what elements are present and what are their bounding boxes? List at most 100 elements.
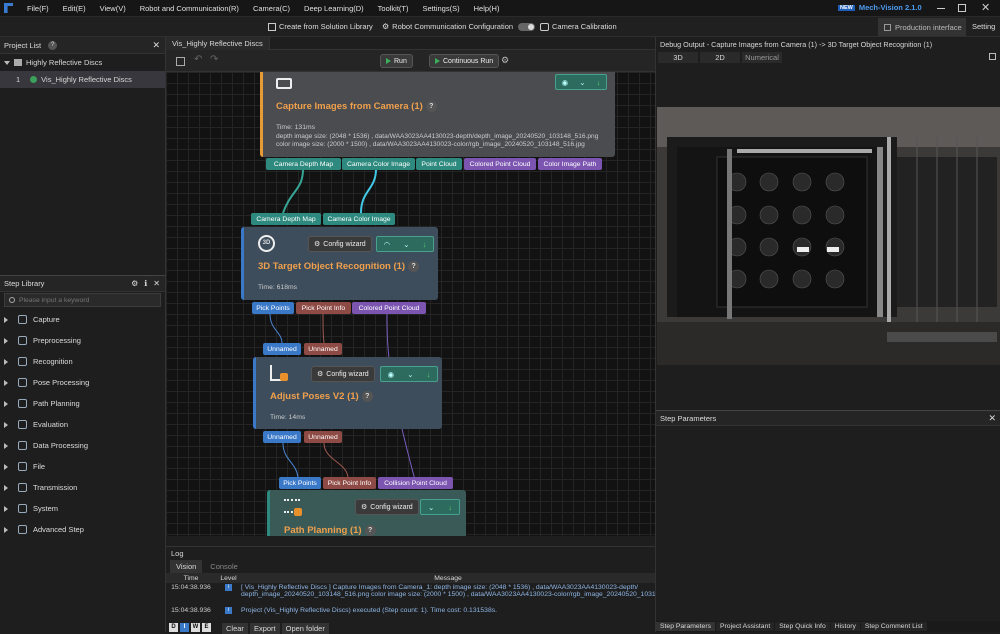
log-filter-debug[interactable]: D	[169, 623, 178, 632]
log-row[interactable]: 15:04:38.936 i [ Vis_Highly Reflective D…	[166, 583, 655, 603]
recog-in-depth[interactable]: Camera Depth Map	[251, 213, 321, 225]
close-step-params-icon[interactable]: ✕	[988, 413, 996, 424]
menu-item[interactable]: Settings(S)	[416, 4, 467, 13]
log-export-button[interactable]: Export	[249, 623, 280, 634]
eye-icon[interactable]: ◉	[562, 78, 569, 87]
step-category[interactable]: Data Processing	[0, 435, 165, 456]
download-icon[interactable]: ↓	[423, 240, 427, 249]
path-in-collision-pc[interactable]: Collision Point Cloud	[378, 477, 453, 489]
recog-config-wizard-button[interactable]: ⚙ Config wizard	[308, 236, 372, 252]
log-tab-console[interactable]: Console	[204, 560, 244, 573]
right-bottom-tab[interactable]: Step Comment List	[860, 622, 927, 631]
menu-item[interactable]: Edit(E)	[56, 4, 93, 13]
menu-item[interactable]: Deep Learning(D)	[297, 4, 371, 13]
step-category[interactable]: Advanced Step	[0, 519, 165, 540]
adjust-in-2[interactable]: Unnamed	[304, 343, 342, 355]
download-icon[interactable]: ↓	[448, 503, 452, 512]
download-icon[interactable]: ↓	[427, 370, 431, 379]
download-icon[interactable]: ↓	[597, 78, 601, 87]
right-bottom-tab[interactable]: Step Quick Info	[775, 622, 830, 631]
project-root[interactable]: Highly Reflective Discs	[0, 54, 165, 71]
right-bottom-tab[interactable]: History	[830, 622, 860, 631]
debug-tab-2d[interactable]: 2D	[700, 52, 740, 63]
path-help-icon[interactable]: ?	[364, 525, 376, 536]
recog-out-colored-pc[interactable]: Colored Point Cloud	[352, 302, 426, 314]
project-item[interactable]: 1 Vis_Highly Reflective Discs	[0, 71, 165, 88]
recog-help-icon[interactable]: ?	[408, 261, 420, 272]
robot-comm-toggle[interactable]	[518, 22, 536, 31]
path-in-pick-points[interactable]: Pick Points	[279, 477, 321, 489]
capture-out-depth[interactable]: Camera Depth Map	[266, 158, 341, 170]
camera-calibration-button[interactable]: Camera Calibration	[540, 22, 617, 31]
popout-icon[interactable]	[989, 53, 996, 60]
menu-item[interactable]: Toolkit(T)	[371, 4, 416, 13]
settings-icon[interactable]: ⚙	[131, 279, 138, 288]
robot-comm-config-button[interactable]: ⚙ Robot Communication Configuration	[382, 22, 536, 31]
debug-tab-3d[interactable]: 3D	[658, 52, 698, 63]
editor-tab[interactable]: Vis_Highly Reflective Discs	[166, 36, 270, 50]
right-bottom-tab[interactable]: Step Parameters	[656, 622, 715, 631]
setting-button[interactable]: Setting	[972, 22, 995, 31]
log-row[interactable]: 15:04:38.936 i Project (Vis_Highly Refle…	[166, 603, 655, 617]
close-window-icon[interactable]: ✕	[981, 1, 990, 14]
redo-icon[interactable]: ↷	[210, 54, 218, 65]
recog-output-controls[interactable]: ◠ ⌄ ↓	[376, 236, 434, 252]
log-filter-info[interactable]: I	[180, 623, 189, 632]
step-category[interactable]: Evaluation	[0, 414, 165, 435]
adjust-in-1[interactable]: Unnamed	[263, 343, 301, 355]
recog-out-pick-info[interactable]: Pick Point Info	[296, 302, 351, 314]
close-project-list-icon[interactable]: ✕	[152, 40, 160, 51]
chevron-down-icon[interactable]: ⌄	[403, 240, 409, 249]
minimize-icon[interactable]	[937, 8, 945, 9]
menu-item[interactable]: Help(H)	[467, 4, 507, 13]
recog-in-color[interactable]: Camera Color Image	[323, 213, 395, 225]
menu-item[interactable]: Camera(C)	[246, 4, 297, 13]
adjust-config-wizard-button[interactable]: ⚙ Config wizard	[311, 366, 375, 382]
run-button[interactable]: Run	[380, 54, 413, 68]
capture-help-icon[interactable]: ?	[425, 101, 437, 112]
log-clear-button[interactable]: Clear	[222, 623, 248, 634]
camera-image-viewer[interactable]	[657, 107, 1000, 365]
capture-out-color[interactable]: Camera Color Image	[342, 158, 415, 170]
menu-item[interactable]: View(V)	[93, 4, 133, 13]
close-step-library-icon[interactable]: ✕	[153, 279, 160, 288]
continuous-run-button[interactable]: Continuous Run	[429, 54, 500, 68]
workflow-canvas[interactable]: ◉ ⌄ ↓ Capture Images from Camera (1)? Time…	[166, 50, 655, 536]
debug-tab-numerical[interactable]: Numerical	[742, 52, 782, 63]
log-filter-warning[interactable]: W	[191, 623, 200, 632]
chevron-down-icon[interactable]: ⌄	[579, 78, 585, 87]
capture-out-image-path[interactable]: Color Image Path	[538, 158, 602, 170]
path-in-pick-info[interactable]: Pick Point Info	[323, 477, 376, 489]
adjust-poses-node[interactable]: ⚙ Config wizard ◉ ⌄ ↓ Adjust Poses V2 (1)? …	[253, 357, 442, 429]
recog-out-pick-points[interactable]: Pick Points	[252, 302, 294, 314]
capture-output-controls[interactable]: ◉ ⌄ ↓	[555, 74, 607, 90]
step-category[interactable]: Transmission	[0, 477, 165, 498]
step-search-input[interactable]	[19, 296, 149, 304]
log-open-folder-button[interactable]: Open folder	[281, 623, 329, 634]
menu-item[interactable]: File(F)	[20, 4, 56, 13]
eye-icon[interactable]: ◉	[388, 370, 395, 379]
log-tab-vision[interactable]: Vision	[170, 560, 203, 573]
path-output-controls[interactable]: ⌄ ↓	[420, 499, 460, 515]
chevron-down-icon[interactable]: ⌄	[407, 370, 413, 379]
step-category[interactable]: Recognition	[0, 351, 165, 372]
menu-item[interactable]: Robot and Communication(R)	[133, 4, 246, 13]
adjust-output-controls[interactable]: ◉ ⌄ ↓	[380, 366, 438, 382]
capture-out-colored-pc[interactable]: Colored Point Cloud	[464, 158, 536, 170]
capture-out-pointcloud[interactable]: Point Cloud	[416, 158, 462, 170]
step-category[interactable]: Pose Processing	[0, 372, 165, 393]
path-config-wizard-button[interactable]: ⚙ Config wizard	[355, 499, 419, 515]
help-icon[interactable]: ?	[48, 40, 58, 50]
info-icon[interactable]: ℹ	[144, 279, 147, 288]
step-category[interactable]: Preprocessing	[0, 330, 165, 351]
step-category[interactable]: System	[0, 498, 165, 519]
step-category[interactable]: File	[0, 456, 165, 477]
create-solution-button[interactable]: Create from Solution Library	[268, 22, 373, 31]
adjust-out-1[interactable]: Unnamed	[263, 431, 301, 443]
adjust-out-2[interactable]: Unnamed	[304, 431, 342, 443]
step-category[interactable]: Capture	[0, 309, 165, 330]
step-category[interactable]: Path Planning	[0, 393, 165, 414]
save-icon[interactable]	[176, 57, 185, 66]
undo-icon[interactable]: ↶	[194, 54, 202, 65]
path-planning-node[interactable]: ⚙ Config wizard ⌄ ↓ Path Planning (1)?	[267, 490, 466, 536]
